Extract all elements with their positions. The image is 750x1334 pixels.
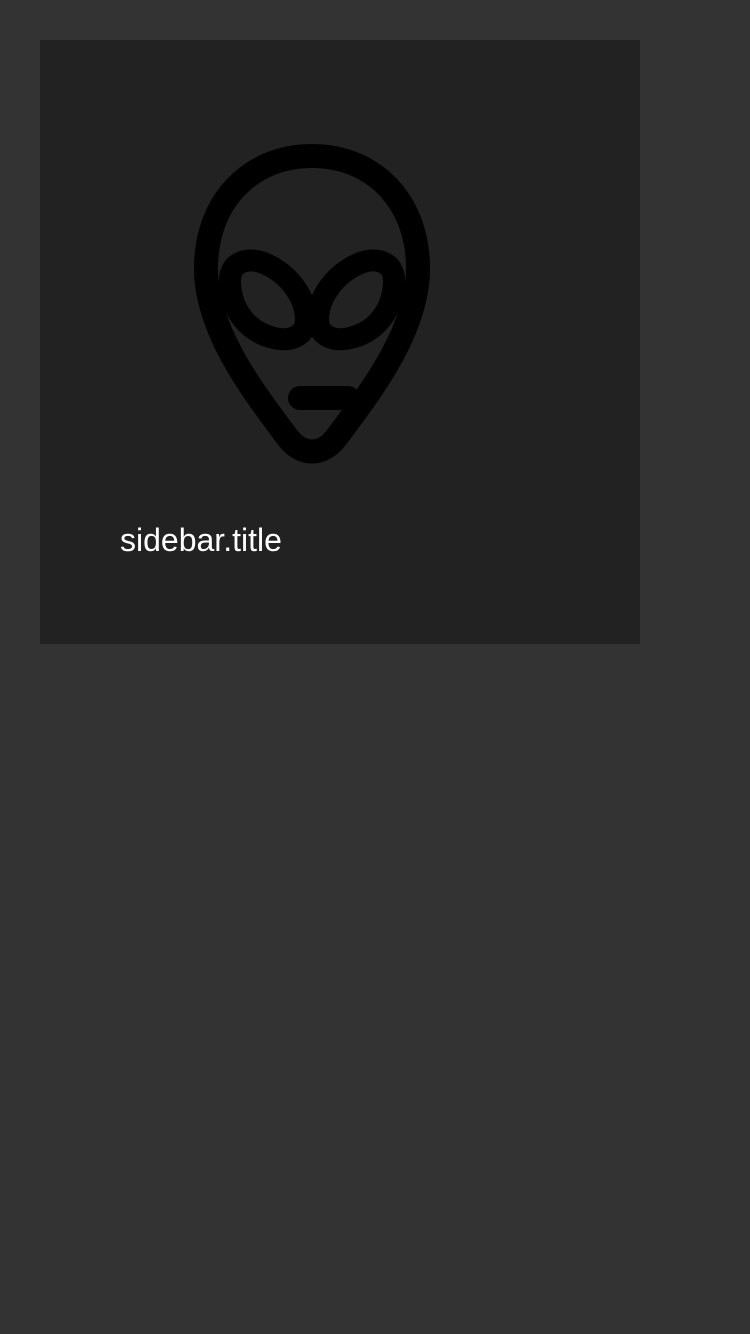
- sidebar-panel: sidebar.title: [40, 40, 640, 644]
- alien-icon: [190, 140, 434, 484]
- sidebar-title: sidebar.title: [120, 522, 282, 558]
